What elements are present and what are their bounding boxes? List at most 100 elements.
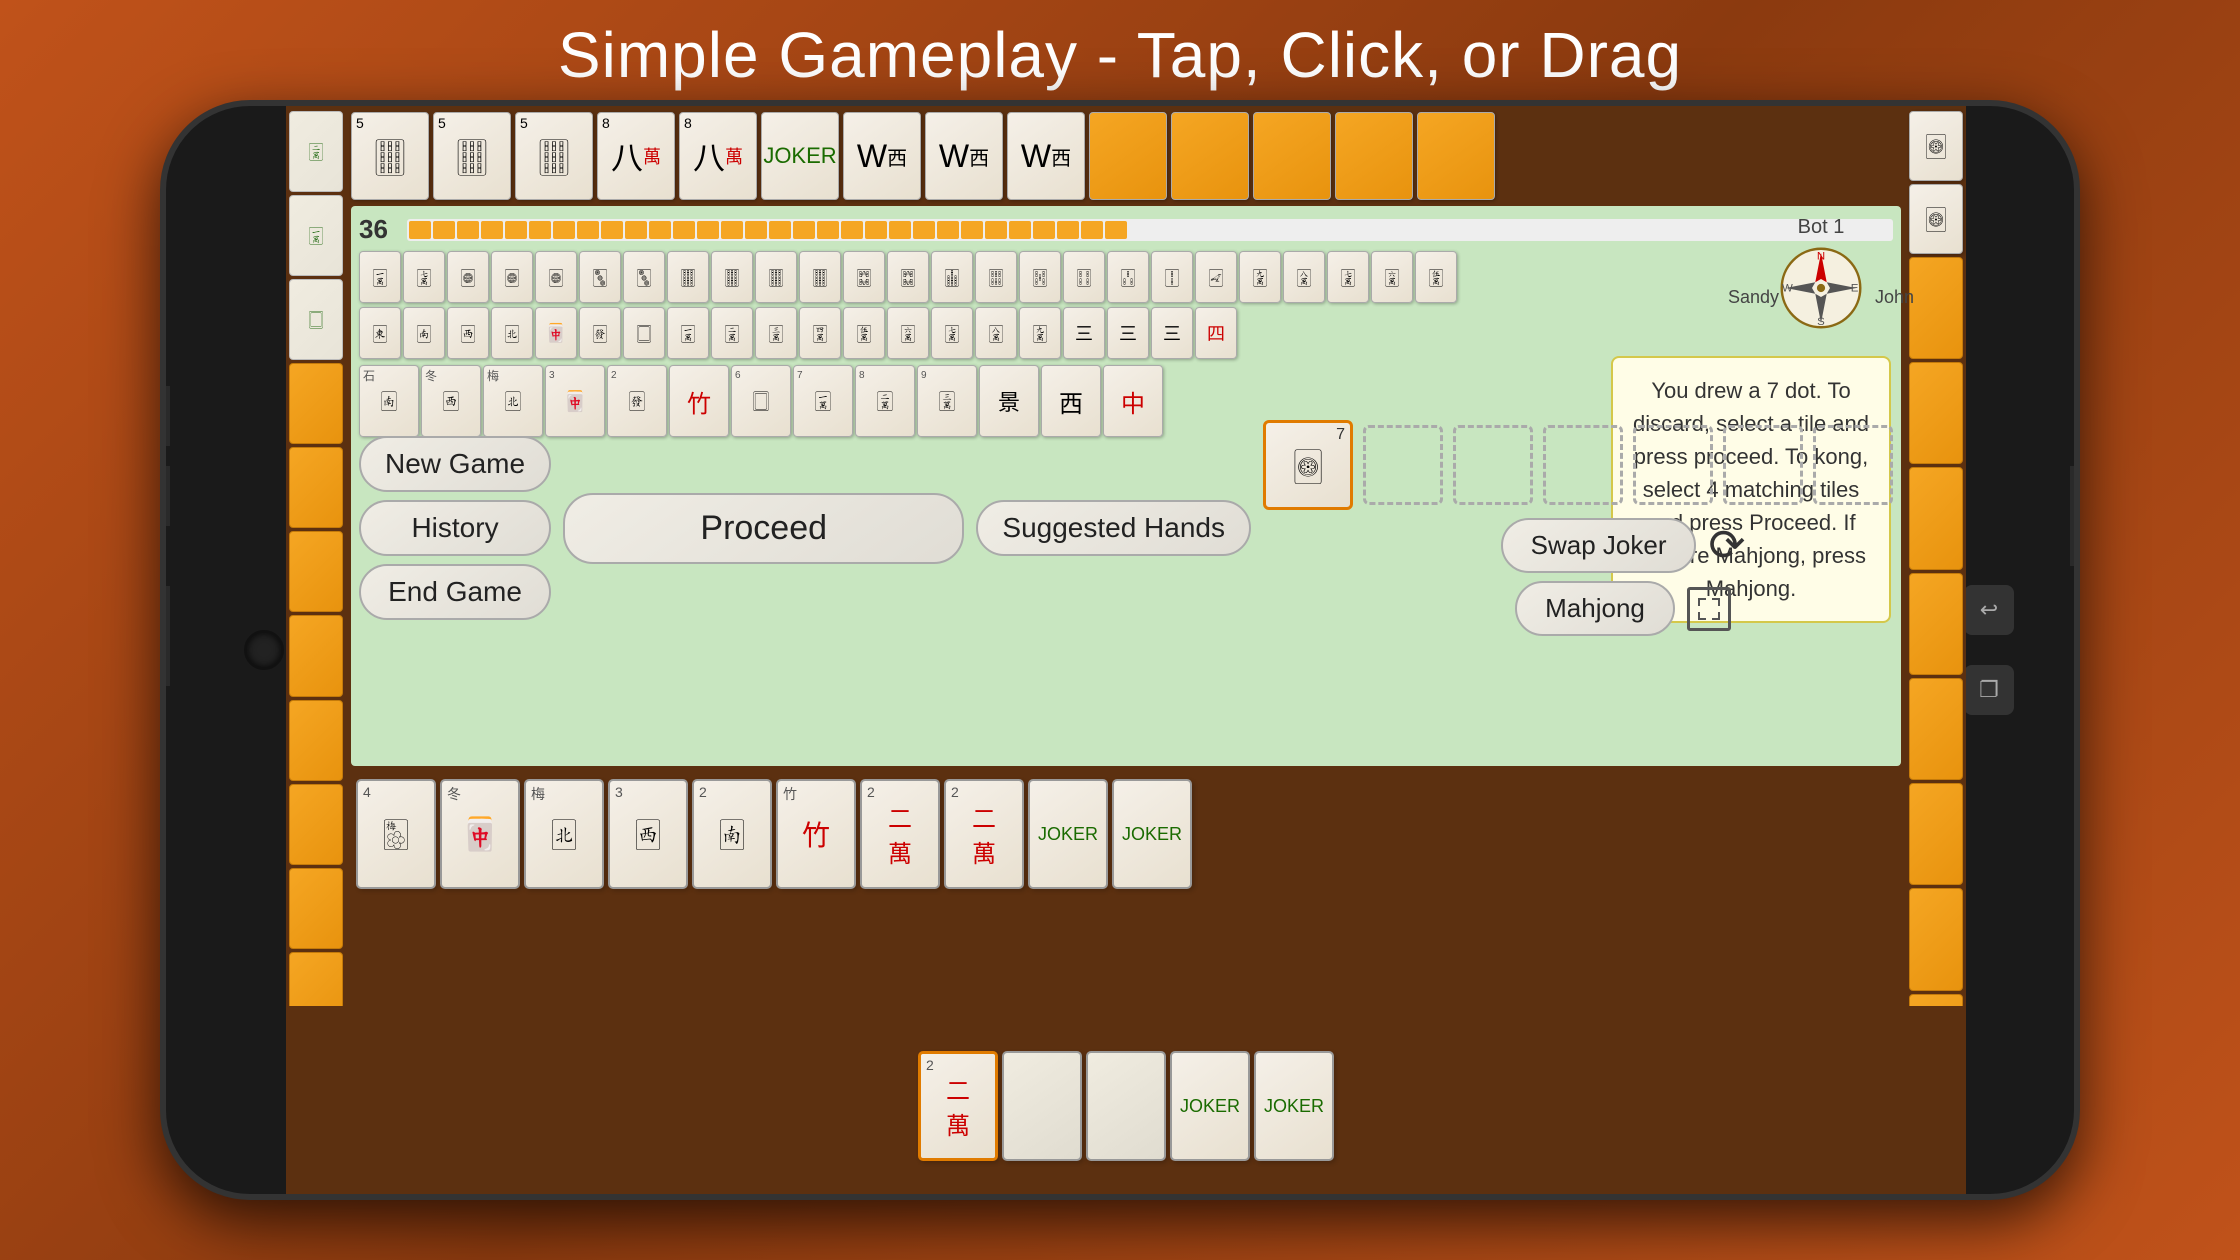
wall2-tile-2[interactable]: 🀁 <box>403 307 445 359</box>
wall-tile-7[interactable]: 🀛 <box>623 251 665 303</box>
refresh-icon[interactable]: ⟳ <box>1708 520 1745 571</box>
right-tile-orange-3[interactable] <box>1909 467 1963 569</box>
wall-tile-14[interactable]: 🀖 <box>931 251 973 303</box>
wall2-tile-17[interactable]: 三 <box>1063 307 1105 359</box>
top-tile-facedown-4[interactable] <box>1335 112 1413 200</box>
wall2-tile-11[interactable]: 🀊 <box>799 307 841 359</box>
player-flower-5[interactable]: 2 🀁 <box>692 779 772 889</box>
right-tile-orange-7[interactable] <box>1909 888 1963 990</box>
right-tile-circle-1[interactable]: 🀙 <box>1909 111 1963 181</box>
top-tile-dot-5c[interactable]: 5🀘 <box>515 112 593 200</box>
wall2-tile-15[interactable]: 🀎 <box>975 307 1017 359</box>
swap-joker-button[interactable]: Swap Joker <box>1501 518 1697 573</box>
power-button-right[interactable] <box>2070 466 2078 566</box>
volume-down-button[interactable] <box>162 466 170 526</box>
wall-tile-6[interactable]: 🀛 <box>579 251 621 303</box>
left-tile-orange-3[interactable] <box>289 531 343 612</box>
suggested-hands-button[interactable]: Suggested Hands <box>976 500 1251 556</box>
wall-tile-20[interactable]: 🀐 <box>1195 251 1237 303</box>
wall2-tile-20[interactable]: 四 <box>1195 307 1237 359</box>
wall-tile-12[interactable]: 🀗 <box>843 251 885 303</box>
left-tile-bamboo-2[interactable]: 🀇 <box>289 195 343 276</box>
right-tile-orange-1[interactable] <box>1909 257 1963 359</box>
top-tile-facedown-5[interactable] <box>1417 112 1495 200</box>
wall2-tile-4[interactable]: 🀃 <box>491 307 533 359</box>
bottom-main-tile-1[interactable]: 2 二萬 <box>918 1051 998 1161</box>
expand-icon[interactable] <box>1687 587 1731 631</box>
player-manzai-2[interactable]: 2 二萬 <box>944 779 1024 889</box>
wall2-tile-6[interactable]: 🀅 <box>579 307 621 359</box>
wall2-tile-19[interactable]: 三 <box>1151 307 1193 359</box>
bottom-main-tile-3[interactable] <box>1086 1051 1166 1161</box>
top-tile-joker[interactable]: JOKER <box>761 112 839 200</box>
top-tile-west-3[interactable]: W西 <box>1007 112 1085 200</box>
wall-tile-19[interactable]: 🀑 <box>1151 251 1193 303</box>
wall2-tile-7[interactable]: 🀆 <box>623 307 665 359</box>
left-tile-orange-6[interactable] <box>289 784 343 865</box>
player-joker-1[interactable]: JOKER <box>1028 779 1108 889</box>
player-flower-2[interactable]: 冬 🀄 <box>440 779 520 889</box>
copy-icon[interactable]: ❐ <box>1964 665 2014 715</box>
wall-tile-2[interactable]: 🀍 <box>403 251 445 303</box>
wall2-tile-5[interactable]: 🀄 <box>535 307 577 359</box>
left-tile-orange-5[interactable] <box>289 700 343 781</box>
wall-tile-10[interactable]: 🀘 <box>755 251 797 303</box>
left-tile-bamboo-1[interactable]: 🀈 <box>289 111 343 192</box>
player-manzai-1[interactable]: 2 二萬 <box>860 779 940 889</box>
top-tile-facedown-3[interactable] <box>1253 112 1331 200</box>
right-tile-orange-6[interactable] <box>1909 783 1963 885</box>
bottom-joker-1[interactable]: JOKER <box>1170 1051 1250 1161</box>
wall-tile-22[interactable]: 🀎 <box>1283 251 1325 303</box>
wall2-tile-18[interactable]: 三 <box>1107 307 1149 359</box>
right-tile-circle-2[interactable]: 🀙 <box>1909 184 1963 254</box>
history-button[interactable]: History <box>359 500 551 556</box>
wall-tile-8[interactable]: 🀘 <box>667 251 709 303</box>
wall-tile-21[interactable]: 🀏 <box>1239 251 1281 303</box>
volume-up-button[interactable] <box>162 386 170 446</box>
wall2-tile-14[interactable]: 🀍 <box>931 307 973 359</box>
wall2-tile-3[interactable]: 🀂 <box>447 307 489 359</box>
player-flower-1[interactable]: 4 🀢 <box>356 779 436 889</box>
drawn-tile[interactable]: 7 🀙 <box>1263 420 1353 510</box>
left-tile-orange-1[interactable] <box>289 363 343 444</box>
wall-tile-18[interactable]: 🀒 <box>1107 251 1149 303</box>
wall-tile-24[interactable]: 🀌 <box>1371 251 1413 303</box>
mahjong-button[interactable]: Mahjong <box>1515 581 1675 636</box>
wall2-tile-9[interactable]: 🀈 <box>711 307 753 359</box>
player-joker-2[interactable]: JOKER <box>1112 779 1192 889</box>
wall-tile-1[interactable]: 🀇 <box>359 251 401 303</box>
wall-tile-9[interactable]: 🀘 <box>711 251 753 303</box>
wall-tile-13[interactable]: 🀗 <box>887 251 929 303</box>
top-tile-facedown-2[interactable] <box>1171 112 1249 200</box>
left-tile-orange-2[interactable] <box>289 447 343 528</box>
wall-tile-16[interactable]: 🀔 <box>1019 251 1061 303</box>
wall-tile-17[interactable]: 🀓 <box>1063 251 1105 303</box>
wall-tile-23[interactable]: 🀍 <box>1327 251 1369 303</box>
top-tile-dot-5a[interactable]: 5🀘 <box>351 112 429 200</box>
player-bamboo-1[interactable]: 竹 竹 <box>776 779 856 889</box>
top-tile-bamboo-8b[interactable]: 8八萬 <box>679 112 757 200</box>
bottom-main-tile-2[interactable] <box>1002 1051 1082 1161</box>
wall-tile-25[interactable]: 🀋 <box>1415 251 1457 303</box>
left-tile-orange-4[interactable] <box>289 615 343 696</box>
player-flower-4[interactable]: 3 🀂 <box>608 779 688 889</box>
wall2-tile-1[interactable]: 🀀 <box>359 307 401 359</box>
top-tile-west-1[interactable]: W西 <box>843 112 921 200</box>
right-tile-orange-4[interactable] <box>1909 573 1963 675</box>
top-tile-facedown-1[interactable] <box>1089 112 1167 200</box>
top-tile-west-2[interactable]: W西 <box>925 112 1003 200</box>
wall-tile-11[interactable]: 🀘 <box>799 251 841 303</box>
wall-tile-5[interactable]: 🀙 <box>535 251 577 303</box>
wall2-tile-10[interactable]: 🀉 <box>755 307 797 359</box>
power-button-left[interactable] <box>162 586 170 686</box>
left-tile-orange-7[interactable] <box>289 868 343 949</box>
wall-tile-15[interactable]: 🀕 <box>975 251 1017 303</box>
player-flower-3[interactable]: 梅 🀃 <box>524 779 604 889</box>
top-tile-bamboo-8a[interactable]: 8八萬 <box>597 112 675 200</box>
wall-tile-3[interactable]: 🀙 <box>447 251 489 303</box>
top-tile-dot-5b[interactable]: 5🀘 <box>433 112 511 200</box>
end-game-button[interactable]: End Game <box>359 564 551 620</box>
right-tile-orange-5[interactable] <box>1909 678 1963 780</box>
wall2-tile-8[interactable]: 🀇 <box>667 307 709 359</box>
bottom-joker-2[interactable]: JOKER <box>1254 1051 1334 1161</box>
